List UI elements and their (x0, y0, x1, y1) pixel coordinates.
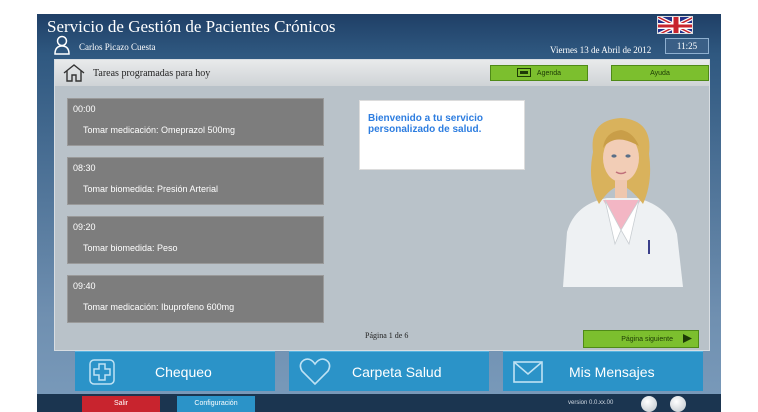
tasks-panel: Tareas programadas para hoy Agenda Ayuda… (54, 59, 710, 351)
agenda-label: Agenda (536, 69, 562, 77)
carpeta-salud-label: Carpeta Salud (352, 364, 442, 380)
page-indicator: Página 1 de 6 (365, 331, 409, 340)
agenda-icon (516, 67, 531, 79)
version-label: version 0.0.xx.00 (568, 400, 614, 406)
envelope-icon (513, 361, 543, 386)
task-item[interactable]: 09:20 Tomar biomedida: Peso (67, 216, 324, 264)
help-label: Ayuda (650, 69, 670, 77)
user-name: Carlos Picazo Cuesta (79, 42, 156, 52)
settings-button[interactable]: Configuración (177, 396, 255, 412)
task-time: 08:30 (73, 163, 96, 173)
panel-title: Tareas programadas para hoy (93, 68, 211, 79)
app-title: Servicio de Gestión de Pacientes Crónico… (47, 17, 336, 36)
footer-bar: Salir Configuración version 0.0.xx.00 (37, 394, 721, 412)
welcome-message: Bienvenido a tu servicio personalizado d… (359, 100, 525, 170)
medical-cross-icon (89, 359, 115, 388)
assistant-avatar (545, 112, 695, 292)
date-label: Viernes 13 de Abril de 2012 (550, 45, 652, 55)
task-time: 00:00 (73, 104, 96, 114)
task-item[interactable]: 09:40 Tomar medicación: Ibuprofeno 600mg (67, 275, 324, 323)
uk-flag-icon[interactable] (657, 16, 693, 34)
help-button[interactable]: Ayuda (611, 65, 709, 81)
chequeo-button[interactable]: Chequeo (75, 351, 275, 391)
panel-header: Tareas programadas para hoy Agenda Ayuda (55, 60, 709, 86)
round-button-icon[interactable] (670, 396, 686, 412)
exit-label: Salir (113, 400, 128, 407)
heart-icon (299, 358, 331, 389)
next-page-label: Página siguiente (621, 335, 673, 343)
play-icon (683, 333, 692, 345)
carpeta-salud-button[interactable]: Carpeta Salud (289, 351, 489, 391)
round-button-icon[interactable] (641, 396, 657, 412)
exit-button[interactable]: Salir (82, 396, 160, 412)
mis-mensajes-button[interactable]: Mis Mensajes (503, 351, 703, 391)
task-item[interactable]: 08:30 Tomar biomedida: Presión Arterial (67, 157, 324, 205)
task-time: 09:20 (73, 222, 96, 232)
app-window: Servicio de Gestión de Pacientes Crónico… (37, 14, 721, 412)
task-description: Tomar biomedida: Peso (83, 243, 178, 253)
chequeo-label: Chequeo (155, 364, 212, 380)
settings-label: Configuración (194, 400, 238, 407)
task-description: Tomar medicación: Omeprazol 500mg (83, 125, 236, 135)
user-icon (54, 35, 70, 60)
task-description: Tomar biomedida: Presión Arterial (83, 184, 219, 194)
task-time: 09:40 (73, 281, 96, 291)
mis-mensajes-label: Mis Mensajes (569, 364, 655, 380)
clock: 11:25 (665, 38, 709, 54)
next-page-button[interactable]: Página siguiente (583, 330, 699, 348)
task-description: Tomar medicación: Ibuprofeno 600mg (83, 302, 235, 312)
task-item[interactable]: 00:00 Tomar medicación: Omeprazol 500mg (67, 98, 324, 146)
agenda-button[interactable]: Agenda (490, 65, 588, 81)
home-icon[interactable] (62, 64, 86, 87)
